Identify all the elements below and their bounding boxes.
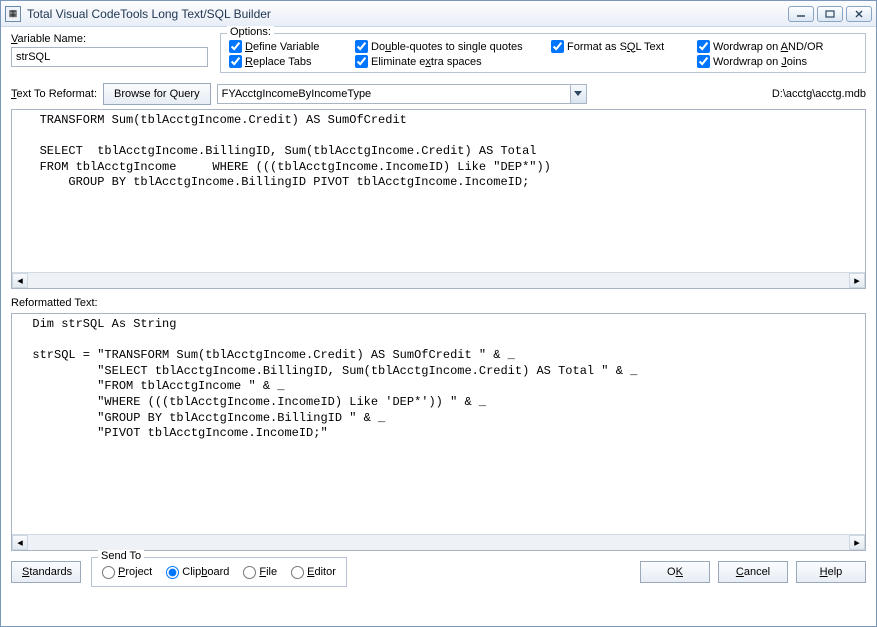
top-row: Variable Name: Options: Define Variable … <box>11 33 866 73</box>
scroll-right-button[interactable]: ▸ <box>849 535 865 550</box>
format-sql-checkbox[interactable]: Format as SQL Text <box>551 40 691 53</box>
send-to-editor-radio[interactable]: Editor <box>291 566 336 579</box>
cancel-button[interactable]: Cancel <box>718 561 788 583</box>
input-text-pane[interactable]: TRANSFORM Sum(tblAcctgIncome.Credit) AS … <box>11 109 866 289</box>
ok-button[interactable]: OK <box>640 561 710 583</box>
options-legend: Options: <box>227 26 274 38</box>
window-title: Total Visual CodeTools Long Text/SQL Bui… <box>27 7 788 21</box>
close-button[interactable] <box>846 6 872 22</box>
query-combo-input[interactable] <box>218 85 570 103</box>
send-to-fieldset: Send To Project Clipboard File Editor <box>91 557 347 587</box>
maximize-icon <box>825 10 835 18</box>
minimize-icon <box>796 10 806 18</box>
send-to-clipboard-radio[interactable]: Clipboard <box>166 566 229 579</box>
footer-buttons: OK Cancel Help <box>640 561 866 583</box>
content-area: Variable Name: Options: Define Variable … <box>1 27 876 626</box>
output-hscrollbar[interactable]: ◂ ▸ <box>12 534 865 550</box>
wordwrap-andor-checkbox[interactable]: Wordwrap on AND/OR <box>697 40 857 53</box>
text-to-reformat-label: Text To Reformat: <box>11 88 97 100</box>
output-text-content[interactable]: Dim strSQL As String strSQL = "TRANSFORM… <box>12 314 865 534</box>
query-combo-drop[interactable] <box>570 85 586 103</box>
window-buttons <box>788 6 872 22</box>
scroll-left-button[interactable]: ◂ <box>12 535 28 550</box>
replace-tabs-checkbox[interactable]: Replace Tabs <box>229 55 349 68</box>
define-variable-checkbox[interactable]: Define Variable <box>229 40 349 53</box>
titlebar: ▦ Total Visual CodeTools Long Text/SQL B… <box>1 1 876 27</box>
help-button[interactable]: Help <box>796 561 866 583</box>
variable-name-label: Variable Name: <box>11 33 208 45</box>
input-text-content[interactable]: TRANSFORM Sum(tblAcctgIncome.Credit) AS … <box>12 110 865 272</box>
options-fieldset: Options: Define Variable Double-quotes t… <box>220 33 866 73</box>
app-window: ▦ Total Visual CodeTools Long Text/SQL B… <box>0 0 877 627</box>
query-row: Text To Reformat: Browse for Query D:\ac… <box>11 83 866 105</box>
variable-name-group: Variable Name: <box>11 33 208 73</box>
options-grid: Define Variable Double-quotes to single … <box>229 36 857 68</box>
minimize-button[interactable] <box>788 6 814 22</box>
eliminate-spaces-checkbox[interactable]: Eliminate extra spaces <box>355 55 545 68</box>
close-icon <box>854 10 864 18</box>
standards-button[interactable]: Standards <box>11 561 81 583</box>
scroll-right-button[interactable]: ▸ <box>849 273 865 288</box>
footer-row: Standards Send To Project Clipboard File… <box>11 555 866 587</box>
scroll-left-button[interactable]: ◂ <box>12 273 28 288</box>
chevron-down-icon <box>574 91 582 97</box>
double-quotes-checkbox[interactable]: Double-quotes to single quotes <box>355 40 545 53</box>
reformatted-text-label: Reformatted Text: <box>11 297 866 309</box>
maximize-button[interactable] <box>817 6 843 22</box>
send-to-legend: Send To <box>98 550 144 562</box>
app-icon: ▦ <box>5 6 21 22</box>
variable-name-input[interactable] <box>11 47 208 67</box>
browse-for-query-button[interactable]: Browse for Query <box>103 83 211 105</box>
query-combo[interactable] <box>217 84 587 104</box>
send-to-file-radio[interactable]: File <box>243 566 277 579</box>
send-to-project-radio[interactable]: Project <box>102 566 152 579</box>
database-path: D:\acctg\acctg.mdb <box>772 88 866 100</box>
input-hscrollbar[interactable]: ◂ ▸ <box>12 272 865 288</box>
output-text-pane[interactable]: Dim strSQL As String strSQL = "TRANSFORM… <box>11 313 866 551</box>
wordwrap-joins-checkbox[interactable]: Wordwrap on Joins <box>697 55 857 68</box>
